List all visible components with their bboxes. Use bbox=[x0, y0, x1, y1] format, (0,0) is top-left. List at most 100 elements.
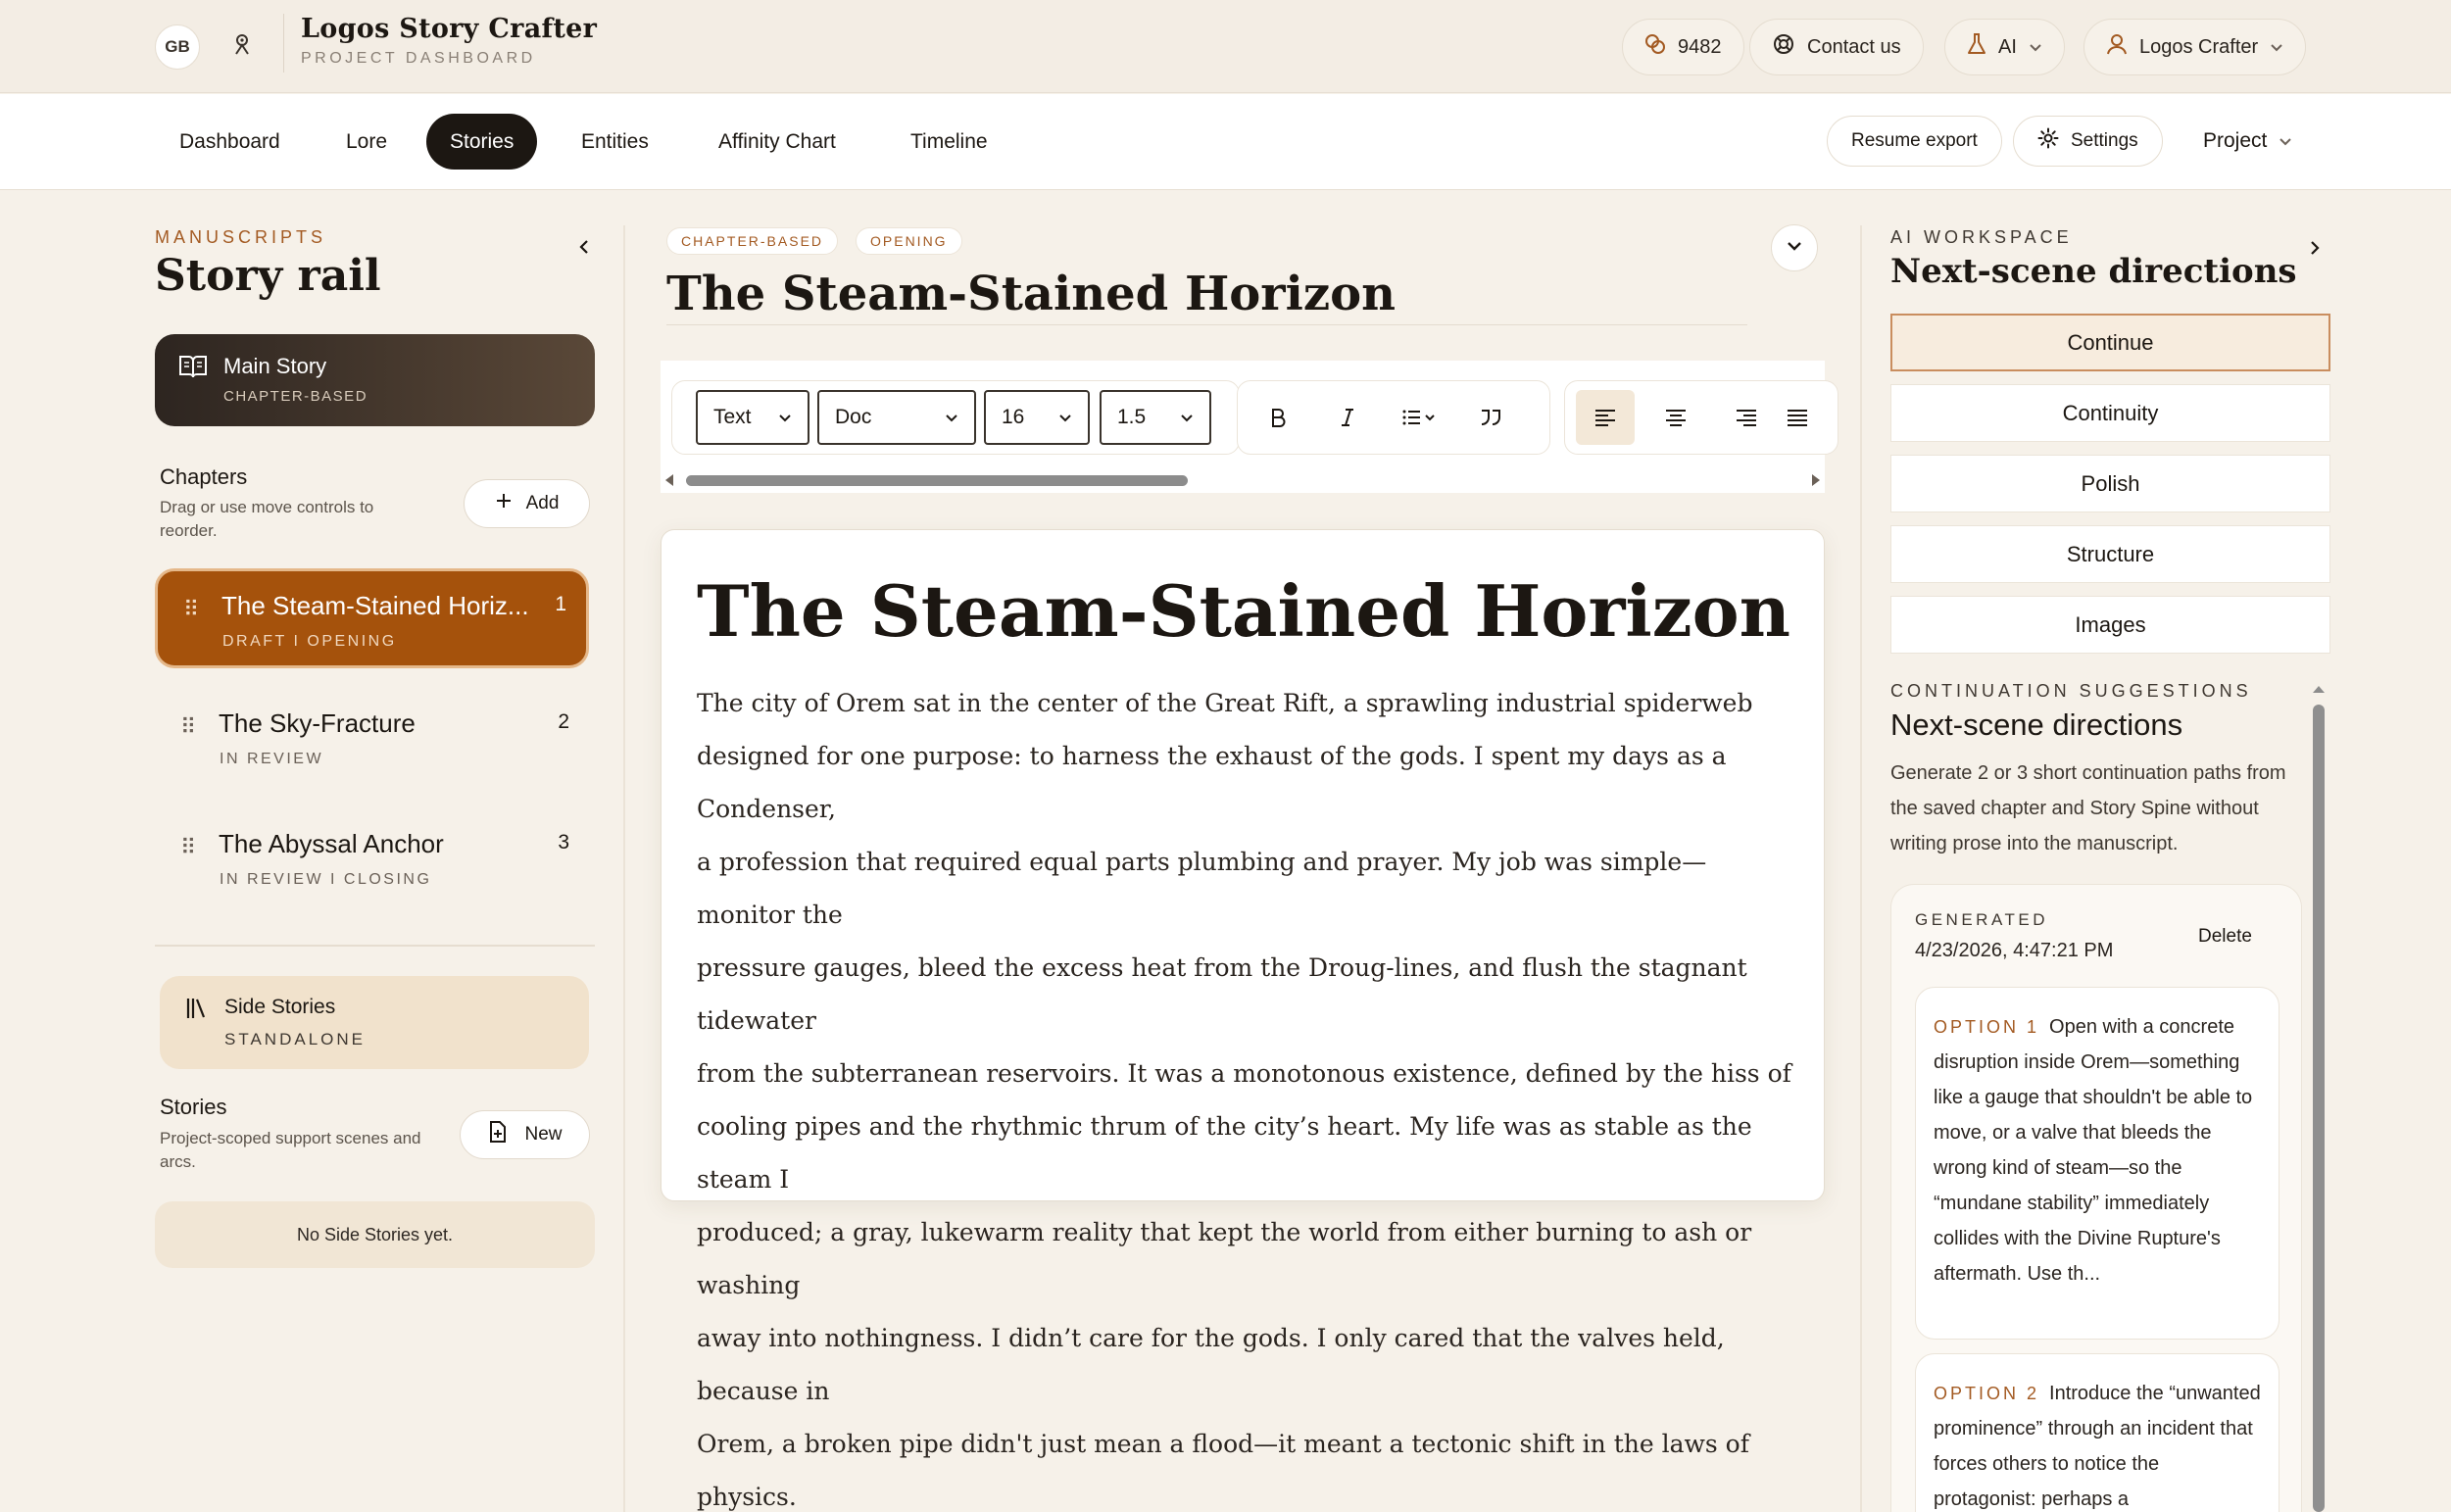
tab-entities[interactable]: Entities bbox=[558, 114, 672, 170]
new-story-button[interactable]: New bbox=[460, 1110, 590, 1159]
toolbar-scrollbar[interactable] bbox=[661, 467, 1825, 493]
contact-button[interactable]: Contact us bbox=[1749, 19, 1924, 75]
tab-dashboard[interactable]: Dashboard bbox=[156, 114, 304, 170]
chapter-title: The Abyssal Anchor bbox=[219, 829, 444, 858]
lifebuoy-icon bbox=[1772, 32, 1795, 62]
chapter-status: DRAFT I OPENING bbox=[222, 633, 397, 650]
side-stories-card[interactable]: Side Stories STANDALONE bbox=[160, 976, 589, 1069]
drag-handle-icon[interactable]: ⠿ bbox=[180, 835, 196, 860]
chevron-down-icon bbox=[778, 406, 792, 429]
chevron-left-icon[interactable] bbox=[572, 235, 596, 259]
settings-label: Settings bbox=[2071, 130, 2138, 151]
tab-stories[interactable]: Stories bbox=[426, 114, 538, 170]
resume-export-button[interactable]: Resume export bbox=[1827, 116, 2002, 167]
collapse-button[interactable] bbox=[1771, 224, 1818, 271]
option-label: OPTION 1 bbox=[1934, 1017, 2040, 1037]
list-dropdown-icon[interactable] bbox=[1390, 390, 1448, 445]
chapter-status: IN REVIEW bbox=[220, 751, 324, 767]
italic-icon[interactable] bbox=[1318, 390, 1377, 445]
account-label: Logos Crafter bbox=[2139, 35, 2259, 58]
continuity-button[interactable]: Continuity bbox=[1890, 384, 2330, 442]
main-story-subtitle: CHAPTER-BASED bbox=[223, 388, 368, 405]
new-label: New bbox=[524, 1124, 563, 1145]
font-select-value: Doc bbox=[835, 406, 872, 428]
tab-affinity-chart[interactable]: Affinity Chart bbox=[695, 114, 859, 170]
generated-suggestions-card: GENERATED 4/23/2026, 4:47:21 PM Delete O… bbox=[1890, 884, 2302, 1512]
credits-icon bbox=[1644, 33, 1666, 61]
style-select[interactable]: Text bbox=[696, 390, 809, 445]
font-size-select[interactable]: 16 bbox=[984, 390, 1090, 445]
book-icon bbox=[178, 354, 208, 384]
main-story-card[interactable]: Main Story CHAPTER-BASED bbox=[155, 334, 595, 426]
document-body[interactable]: The city of Orem sat in the center of th… bbox=[697, 677, 1804, 1512]
chapter-title: The Steam-Stained Horiz... bbox=[221, 591, 529, 620]
settings-button[interactable]: Settings bbox=[2013, 116, 2163, 167]
credits-count: 9482 bbox=[1678, 35, 1722, 58]
ai-kicker: AI WORKSPACE bbox=[1890, 227, 2073, 247]
title-underline bbox=[666, 324, 1747, 325]
chapter-item[interactable]: ⠿ The Steam-Stained Horiz... 1 DRAFT I O… bbox=[155, 568, 589, 668]
chapters-heading: Chapters bbox=[160, 464, 248, 489]
chevron-down-icon bbox=[1058, 406, 1072, 429]
tab-timeline[interactable]: Timeline bbox=[887, 114, 1011, 170]
quote-icon[interactable] bbox=[1461, 390, 1520, 445]
generated-timestamp: 4/23/2026, 4:47:21 PM bbox=[1915, 940, 2114, 961]
ai-title: Next-scene directions bbox=[1890, 252, 2297, 291]
brand-subtitle: PROJECT DASHBOARD bbox=[301, 50, 536, 67]
ai-label: AI bbox=[1998, 35, 2017, 58]
drag-handle-icon[interactable]: ⠿ bbox=[183, 597, 199, 622]
contact-label: Contact us bbox=[1807, 35, 1901, 58]
account-dropdown[interactable]: Logos Crafter bbox=[2083, 19, 2307, 75]
new-file-icon bbox=[487, 1120, 509, 1149]
line-height-select[interactable]: 1.5 bbox=[1100, 390, 1211, 445]
bold-icon[interactable] bbox=[1249, 390, 1307, 445]
font-size-value: 16 bbox=[1002, 406, 1025, 428]
tag-opening: OPENING bbox=[856, 227, 962, 255]
drag-handle-icon[interactable]: ⠿ bbox=[180, 714, 196, 740]
document-heading[interactable]: The Steam-Stained Horizon bbox=[697, 569, 1790, 653]
chapter-item[interactable]: ⠿ The Abyssal Anchor 3 IN REVIEW I CLOSI… bbox=[155, 809, 589, 909]
chapter-item[interactable]: ⠿ The Sky-Fracture 2 IN REVIEW bbox=[155, 689, 589, 789]
option-card[interactable]: OPTION 2 Introduce the “unwanted prominen… bbox=[1915, 1353, 2279, 1512]
align-center-icon[interactable] bbox=[1646, 390, 1705, 445]
ai-dropdown[interactable]: AI bbox=[1944, 19, 2065, 75]
suggestions-scrollbar[interactable] bbox=[2308, 679, 2329, 1512]
body-line: produced; a gray, lukewarm reality that … bbox=[697, 1218, 1752, 1299]
chapter-title-heading[interactable]: The Steam-Stained Horizon bbox=[666, 267, 1396, 321]
brand-title: Logos Story Crafter bbox=[301, 14, 598, 44]
body-line: from the subterranean reservoirs. It was… bbox=[697, 1059, 1791, 1088]
project-dropdown[interactable]: Project bbox=[2180, 116, 2317, 167]
chevron-right-icon[interactable] bbox=[2304, 237, 2326, 264]
delete-button[interactable]: Delete bbox=[2198, 926, 2252, 948]
align-left-icon[interactable] bbox=[1576, 390, 1635, 445]
user-avatar[interactable]: GB bbox=[155, 24, 200, 70]
library-icon bbox=[185, 996, 209, 1026]
align-right-icon[interactable] bbox=[1717, 390, 1776, 445]
manuscript-editor[interactable]: The Steam-Stained Horizon The city of Or… bbox=[661, 529, 1825, 1511]
main-nav: Dashboard Lore Stories Entities Affinity… bbox=[0, 94, 2451, 190]
structure-button[interactable]: Structure bbox=[1890, 525, 2330, 583]
brand-divider bbox=[283, 14, 284, 73]
tag-chapter-based: CHAPTER-BASED bbox=[666, 227, 839, 255]
align-justify-icon[interactable] bbox=[1786, 390, 1825, 445]
user-icon bbox=[2106, 32, 2128, 62]
project-label: Project bbox=[2203, 129, 2268, 152]
body-line: pressure gauges, bleed the excess heat f… bbox=[697, 953, 1747, 1035]
tab-lore[interactable]: Lore bbox=[322, 114, 411, 170]
chevron-down-icon bbox=[2029, 36, 2042, 59]
option-card[interactable]: OPTION 1 Open with a concrete disruption … bbox=[1915, 987, 2279, 1340]
continue-button[interactable]: Continue bbox=[1890, 314, 2330, 371]
suggestions-title: Next-scene directions bbox=[1890, 707, 2183, 742]
main-story-title: Main Story bbox=[223, 354, 327, 378]
rail-divider bbox=[155, 945, 595, 947]
stories-description: Project-scoped support scenes and arcs. bbox=[160, 1129, 421, 1171]
credits-pill[interactable]: 9482 bbox=[1622, 19, 1744, 75]
option-label: OPTION 2 bbox=[1934, 1384, 2040, 1403]
chapter-number: 3 bbox=[558, 831, 569, 854]
polish-button[interactable]: Polish bbox=[1890, 455, 2330, 512]
images-button[interactable]: Images bbox=[1890, 596, 2330, 654]
side-stories-title: Side Stories bbox=[224, 996, 336, 1018]
body-line: a profession that required equal parts p… bbox=[697, 848, 1707, 929]
font-select[interactable]: Doc bbox=[817, 390, 976, 445]
add-chapter-button[interactable]: Add bbox=[464, 479, 590, 528]
